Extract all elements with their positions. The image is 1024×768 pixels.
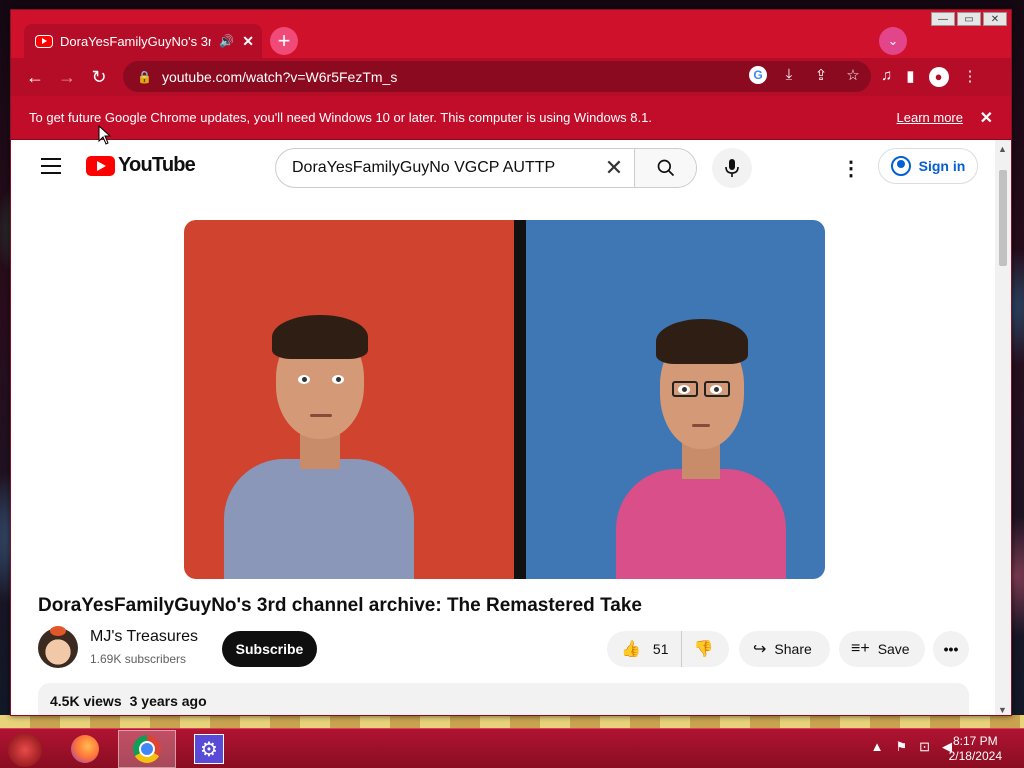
settings-more-icon[interactable]: ⋮: [841, 156, 861, 181]
thumbs-up-icon: 👍: [621, 641, 641, 658]
upload-age: 3 years ago: [129, 693, 207, 709]
taskbar: ⚙ ▲ ⚑ ⊡ ◀ 8:17 PM 2/18/2024: [0, 728, 1024, 768]
google-lens-icon[interactable]: G: [749, 66, 767, 84]
video-right-panel: [526, 220, 825, 579]
save-label: Save: [877, 641, 910, 657]
view-count: 4.5K views: [50, 693, 122, 709]
taskbar-clock[interactable]: 8:17 PM 2/18/2024: [949, 734, 1002, 764]
save-button[interactable]: ≡+ Save: [839, 631, 925, 667]
mouse-cursor-icon: [98, 124, 112, 150]
share-arrow-icon: ↪: [753, 641, 767, 658]
youtube-play-icon: [86, 155, 115, 176]
back-button[interactable]: ←: [19, 67, 51, 88]
thumbs-down-icon: 👎: [693, 641, 714, 658]
minimize-button[interactable]: —: [931, 12, 955, 26]
subscriber-count: 1.69K subscribers: [90, 652, 187, 666]
menu-icon[interactable]: [41, 158, 61, 179]
video-title: DoraYesFamilyGuyNo's 3rd channel archive…: [38, 595, 642, 616]
clear-search-icon[interactable]: ✕: [594, 149, 634, 187]
video-player[interactable]: [184, 220, 825, 579]
clock-time: 8:17 PM: [952, 734, 998, 748]
subscribe-button[interactable]: Subscribe: [222, 631, 317, 667]
more-actions-button[interactable]: •••: [933, 631, 969, 667]
chrome-window: DoraYesFamilyGuyNo's 3rd c 🔊 ✕ + ⌄ — ▭ ✕…: [10, 9, 1012, 716]
chrome-icon: [133, 735, 161, 763]
speaker-icon[interactable]: 🔊: [219, 34, 234, 48]
like-button[interactable]: 👍 51: [607, 631, 682, 667]
profile-icon[interactable]: ●: [928, 67, 949, 87]
side-panel-icon[interactable]: ▮: [906, 67, 914, 87]
url-text[interactable]: youtube.com/watch?v=W6r5FezTm_s: [162, 69, 397, 85]
taskbar-firefox[interactable]: [56, 730, 114, 768]
share-button[interactable]: ↪ Share: [739, 631, 830, 667]
toolbar-right: ♫ ▮ ● ⋮: [881, 67, 978, 87]
update-infobar: To get future Google Chrome updates, you…: [11, 96, 1011, 140]
playlist-add-icon: ≡+: [851, 640, 870, 657]
youtube-favicon-icon: [36, 35, 52, 47]
microphone-icon: [725, 159, 739, 177]
start-button[interactable]: [8, 733, 42, 767]
action-center-flag-icon[interactable]: ⚑: [895, 739, 907, 755]
address-bar[interactable]: 🔒 youtube.com/watch?v=W6r5FezTm_s G ⤓ ⇪ …: [123, 61, 871, 92]
search-icon: [657, 159, 674, 177]
window-controls: — ▭ ✕: [931, 12, 1007, 26]
character-left: [224, 289, 414, 579]
media-controls-icon[interactable]: ♫: [881, 67, 892, 87]
page-content: YouTube DoraYesFamilyGuyNo VGCP AUTTP ✕: [11, 140, 997, 715]
forward-button[interactable]: →: [51, 67, 83, 88]
taskbar-settings[interactable]: ⚙: [180, 730, 238, 768]
scroll-down-icon[interactable]: ▼: [998, 705, 1007, 715]
tab-title: DoraYesFamilyGuyNo's 3rd c: [60, 33, 211, 49]
scroll-up-icon[interactable]: ▲: [998, 144, 1007, 154]
tab-close-icon[interactable]: ✕: [242, 33, 254, 50]
character-right: [616, 289, 786, 579]
omnibox-actions: G ⤓ ⇪ ☆: [749, 66, 863, 84]
dislike-button[interactable]: 👎: [682, 639, 726, 659]
account-icon: [890, 156, 911, 176]
channel-avatar[interactable]: [38, 626, 78, 668]
voice-search-button[interactable]: [712, 148, 752, 188]
active-tab[interactable]: DoraYesFamilyGuyNo's 3rd c 🔊 ✕: [24, 24, 262, 58]
video-divider: [514, 220, 526, 579]
like-dislike-group: 👍 51 👎: [607, 631, 729, 667]
youtube-logo[interactable]: YouTube: [86, 154, 196, 177]
search-bar: DoraYesFamilyGuyNo VGCP AUTTP ✕: [275, 148, 697, 188]
search-button[interactable]: [634, 149, 696, 187]
chrome-menu-icon[interactable]: ⋮: [963, 67, 978, 87]
restore-button[interactable]: ▭: [957, 12, 981, 26]
system-tray: ▲ ⚑ ⊡ ◀: [871, 739, 952, 755]
share-page-icon[interactable]: ⇪: [811, 66, 831, 84]
taskbar-chrome[interactable]: [118, 730, 176, 768]
show-hidden-icons[interactable]: ▲: [871, 739, 884, 755]
share-label: Share: [774, 641, 812, 657]
firefox-icon: [71, 735, 99, 763]
close-window-button[interactable]: ✕: [983, 12, 1007, 26]
infobar-close-icon[interactable]: ✕: [980, 108, 993, 128]
infobar-message: To get future Google Chrome updates, you…: [29, 110, 652, 125]
install-app-icon[interactable]: ⤓: [779, 66, 799, 84]
tab-search-button[interactable]: ⌄: [879, 27, 907, 55]
sign-in-button[interactable]: Sign in: [878, 148, 978, 184]
bookmark-star-icon[interactable]: ☆: [843, 66, 863, 84]
search-input[interactable]: DoraYesFamilyGuyNo VGCP AUTTP: [276, 149, 594, 187]
description-box[interactable]: 4.5K views 3 years ago: [38, 683, 969, 715]
reload-button[interactable]: ↻: [83, 67, 115, 88]
title-bar: DoraYesFamilyGuyNo's 3rd c 🔊 ✕ + ⌄ — ▭ ✕: [11, 10, 1011, 58]
learn-more-link[interactable]: Learn more: [897, 110, 963, 125]
new-tab-button[interactable]: +: [270, 27, 298, 55]
sign-in-label: Sign in: [918, 158, 966, 174]
scrollbar-thumb[interactable]: [999, 170, 1007, 266]
youtube-wordmark: YouTube: [118, 154, 196, 176]
page-scrollbar[interactable]: ▲ ▼: [995, 140, 1011, 715]
gear-icon: ⚙: [194, 734, 224, 764]
channel-name[interactable]: MJ's Treasures: [90, 628, 198, 646]
video-left-panel: [184, 220, 514, 579]
clock-date: 2/18/2024: [948, 749, 1002, 763]
like-count: 51: [652, 641, 669, 657]
lock-icon[interactable]: 🔒: [137, 70, 152, 84]
browser-toolbar: ← → ↻ 🔒 youtube.com/watch?v=W6r5FezTm_s …: [11, 58, 1011, 96]
youtube-header: YouTube DoraYesFamilyGuyNo VGCP AUTTP ✕: [11, 140, 997, 196]
network-icon[interactable]: ⊡: [919, 739, 930, 755]
